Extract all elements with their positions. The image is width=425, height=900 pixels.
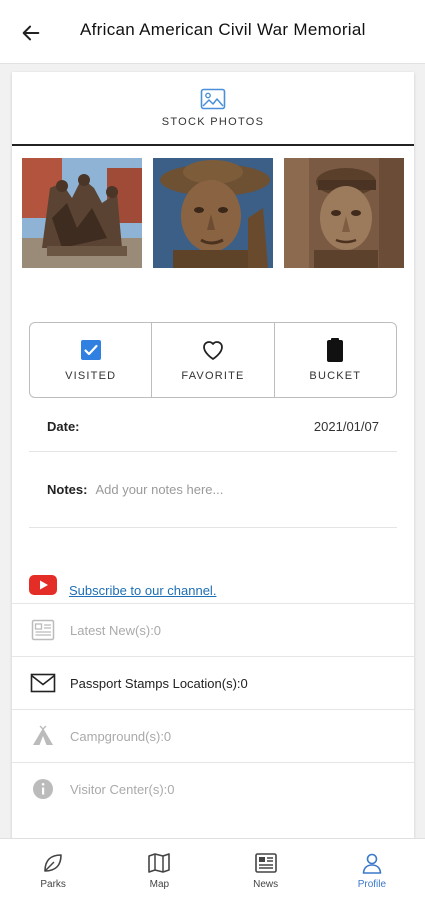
visitor-center-label: Visitor Center(s):0 bbox=[70, 781, 175, 797]
favorite-button[interactable]: FAVORITE bbox=[151, 323, 273, 397]
passport-stamps-item[interactable]: Passport Stamps Location(s):0 bbox=[12, 656, 414, 709]
heart-outline-icon bbox=[201, 338, 225, 362]
leaf-icon bbox=[40, 850, 66, 876]
date-label: Date: bbox=[47, 419, 80, 434]
bucket-label: BUCKET bbox=[309, 370, 362, 382]
arrow-left-icon bbox=[22, 25, 40, 41]
favorite-label: FAVORITE bbox=[181, 370, 245, 382]
nav-profile-label: Profile bbox=[357, 878, 387, 890]
mail-icon bbox=[30, 670, 56, 696]
bucket-button[interactable]: BUCKET bbox=[273, 323, 396, 397]
youtube-subscribe-row: Subscribe to our channel. bbox=[29, 566, 409, 604]
bottom-navigation: Parks Map News Profile bbox=[0, 838, 425, 900]
notes-label: Notes: bbox=[47, 482, 88, 497]
campground-label: Campground(s):0 bbox=[70, 728, 172, 744]
nav-parks-label: Parks bbox=[40, 878, 66, 890]
nav-parks[interactable]: Parks bbox=[0, 839, 106, 900]
image-icon bbox=[200, 88, 226, 110]
app-screen: African American Civil War Memorial STOC… bbox=[0, 0, 425, 900]
soldier-face-sculpture-photo[interactable] bbox=[153, 158, 273, 268]
notes-input[interactable] bbox=[95, 482, 356, 497]
soldier-relief-sculpture-photo[interactable] bbox=[284, 158, 404, 268]
date-value: 2021/01/07 bbox=[313, 419, 379, 434]
youtube-icon[interactable] bbox=[29, 575, 57, 595]
checkbox-checked-icon bbox=[79, 338, 103, 362]
newspaper-icon bbox=[30, 617, 56, 643]
page-title: African American Civil War Memorial bbox=[80, 20, 366, 39]
park-info-list: Latest New(s):0 Passport Stamps Location… bbox=[12, 603, 414, 815]
status-toggle-group: VISITED FAVORITE BUCKET bbox=[29, 322, 397, 398]
visitor-center-item[interactable]: Visitor Center(s):0 bbox=[12, 762, 414, 815]
clipboard-icon bbox=[323, 338, 347, 362]
top-app-bar: African American Civil War Memorial bbox=[0, 0, 425, 64]
visit-date-row[interactable]: Date: 2021/01/07 bbox=[29, 402, 397, 452]
campground-item[interactable]: Campground(s):0 bbox=[12, 709, 414, 762]
nav-news-label: News bbox=[253, 878, 279, 890]
nav-map[interactable]: Map bbox=[106, 839, 212, 900]
info-circle-icon bbox=[30, 776, 56, 802]
subscribe-channel-link[interactable]: Subscribe to our channel. bbox=[69, 583, 216, 598]
newspaper-icon bbox=[253, 850, 279, 876]
visited-label: VISITED bbox=[65, 370, 117, 382]
passport-stamps-label: Passport Stamps Location(s):0 bbox=[70, 675, 248, 691]
map-icon bbox=[146, 850, 172, 876]
park-detail-card: STOCK PHOTOS VISITED FAVORITE BUCKET Dat… bbox=[12, 72, 414, 852]
photo-gallery bbox=[22, 158, 406, 268]
nav-news[interactable]: News bbox=[213, 839, 319, 900]
visited-button[interactable]: VISITED bbox=[30, 323, 151, 397]
tab-stock-photos-label: STOCK PHOTOS bbox=[161, 116, 265, 128]
tent-icon bbox=[30, 723, 56, 749]
latest-news-item[interactable]: Latest New(s):0 bbox=[12, 603, 414, 656]
notes-row: Notes: bbox=[29, 452, 397, 528]
tab-stock-photos[interactable]: STOCK PHOTOS bbox=[12, 72, 414, 146]
person-icon bbox=[359, 850, 385, 876]
nav-profile[interactable]: Profile bbox=[319, 839, 425, 900]
latest-news-label: Latest New(s):0 bbox=[70, 622, 162, 638]
memorial-statue-group-photo[interactable] bbox=[22, 158, 142, 268]
nav-map-label: Map bbox=[149, 878, 170, 890]
back-button[interactable] bbox=[16, 18, 46, 48]
